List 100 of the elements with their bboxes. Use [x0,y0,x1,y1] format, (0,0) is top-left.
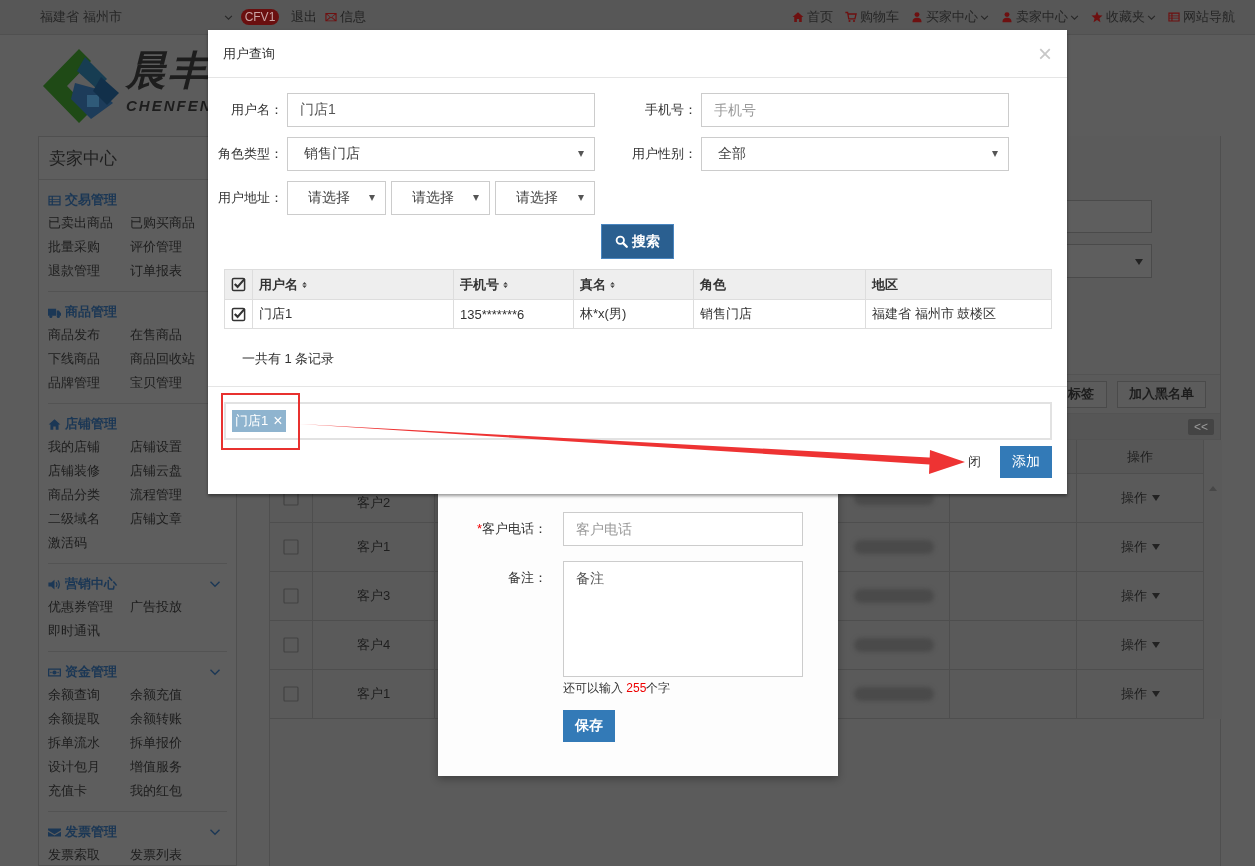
sidebar-item[interactable]: 评价管理 [130,235,212,259]
section-header[interactable]: 商品管理 [48,303,117,321]
sidebar-item[interactable]: 二级域名 [48,507,130,531]
section-header[interactable]: 资金管理 [48,663,117,681]
sidebar-item[interactable]: 店铺云盘 [130,459,212,483]
caret-icon [1151,593,1160,599]
sidebar-item[interactable]: 我的红包 [130,779,212,803]
version-badge: CFV1 [240,9,280,25]
section-header[interactable]: 营销中心 [48,575,117,593]
table-cell: 门店1 [259,306,293,321]
table-cell: 林*x(男) [580,306,627,321]
toolbar-button[interactable]: 加入黑名单 [1117,380,1206,408]
field-label: *客户电话： [475,520,547,538]
textarea-field[interactable]: 备注 [563,561,803,677]
sidebar-item[interactable]: 余额转账 [130,707,212,731]
dialog-title: 用户查询 [223,44,275,63]
sidebar-item[interactable]: 在售商品 [130,323,212,347]
sidebar-item[interactable]: 流程管理 [130,483,212,507]
search-icon [615,235,628,248]
caret-icon [1151,544,1160,550]
add-button[interactable]: 添加 [1000,446,1052,478]
sidebar-item[interactable]: 订单报表 [130,259,212,283]
sidebar-item[interactable]: 激活码 [48,531,130,555]
speaker-icon [48,577,61,591]
sidebar-item[interactable]: 即时通讯 [48,619,130,643]
sidebar-item[interactable]: 商品发布 [48,323,130,347]
char-counter: 还可以输入 255个字 [563,680,672,696]
checkbox[interactable] [231,306,246,322]
table-cell: 客户3 [313,572,435,621]
sort-icon [608,279,617,290]
sidebar-item[interactable]: 商品回收站 [130,347,212,371]
sidebar-item[interactable]: 品牌管理 [48,371,130,395]
sidebar-item[interactable]: 余额充值 [130,683,212,707]
user-icon [911,11,923,23]
table-cell: 销售门店 [700,306,752,321]
input-field[interactable]: 门店1 [287,93,595,127]
sidebar-item[interactable]: 优惠券管理 [48,595,130,619]
sidebar-item[interactable]: 充值卡 [48,779,130,803]
field-label: 手机号： [644,101,697,119]
remove-tag-button[interactable]: × [273,413,283,429]
chevron-down-icon [223,12,233,22]
sidebar-item[interactable]: 拆单报价 [130,731,212,755]
section-header[interactable]: 交易管理 [48,191,117,209]
column-header: 地区 [872,275,898,294]
select-field[interactable]: 请选择 [495,181,595,215]
selected-tag[interactable]: 门店1 × [232,410,286,432]
sidebar-item[interactable]: 已购买商品 [130,211,212,235]
sidebar-item[interactable]: 批量采购 [48,235,130,259]
checkbox[interactable] [231,277,246,292]
logo-subtitle: CHENFEN [126,97,213,114]
select-field[interactable]: 销售门店 [287,137,595,171]
caret-icon [992,151,998,157]
sidebar-item[interactable]: 拆单流水 [48,731,130,755]
sidebar-item[interactable]: 余额查询 [48,683,130,707]
list-icon [1168,11,1180,23]
sidebar-item[interactable]: 余额提取 [48,707,130,731]
input-field[interactable]: 手机号 [701,93,1009,127]
caret-icon [473,195,479,201]
sidebar-item[interactable]: 店铺设置 [130,435,212,459]
close-button[interactable]: 闭 [968,453,981,471]
sidebar-item[interactable]: 下线商品 [48,347,130,371]
sidebar-item[interactable]: 店铺文章 [130,507,212,531]
table-cell: 客户4 [313,621,435,670]
field-label: 用户地址： [217,189,283,207]
sidebar-item[interactable]: 增值服务 [130,755,212,779]
sortable-header[interactable]: 用户名 [259,275,309,294]
sidebar-item[interactable]: 广告投放 [130,595,212,619]
sortable-header[interactable]: 真名 [580,275,617,294]
select-field[interactable]: 请选择 [391,181,490,215]
caret-icon [1135,259,1143,265]
sidebar-item[interactable]: 商品分类 [48,483,130,507]
sidebar-item[interactable]: 发票索取 [48,843,130,865]
select-field[interactable]: 全部 [701,137,1009,171]
close-button[interactable]: × [1038,41,1052,66]
table-cell: 客户1 [313,670,435,719]
mail-icon [325,11,338,23]
tag-input[interactable]: 门店1 × [224,402,1052,440]
field-label: 用户名： [230,101,283,119]
sort-icon [501,279,510,290]
sidebar-item[interactable]: 宝贝管理 [130,371,212,395]
select-field[interactable]: 请选择 [287,181,386,215]
column-header: 角色 [700,275,726,294]
sidebar-item[interactable]: 我的店铺 [48,435,130,459]
caret-icon [578,195,584,201]
sidebar-item[interactable]: 退款管理 [48,259,130,283]
sidebar-item[interactable]: 店铺装修 [48,459,130,483]
cart-icon [845,11,857,23]
search-button[interactable]: 搜索 [601,224,674,259]
sidebar-item[interactable]: 发票列表 [130,843,212,865]
field-label: 备注： [507,569,547,587]
sidebar-item[interactable]: 已卖出商品 [48,211,130,235]
collapse-button[interactable]: << [1188,418,1214,435]
table-cell: 福建省 福州市 鼓楼区 [872,306,997,321]
section-header[interactable]: 发票管理 [48,823,117,841]
caret-icon [1151,642,1160,648]
sidebar-item[interactable]: 设计包月 [48,755,130,779]
save-button[interactable]: 保存 [563,710,615,742]
caret-icon [578,151,584,157]
input-field[interactable]: 客户电话 [563,512,803,546]
section-header[interactable]: 店铺管理 [48,415,117,433]
